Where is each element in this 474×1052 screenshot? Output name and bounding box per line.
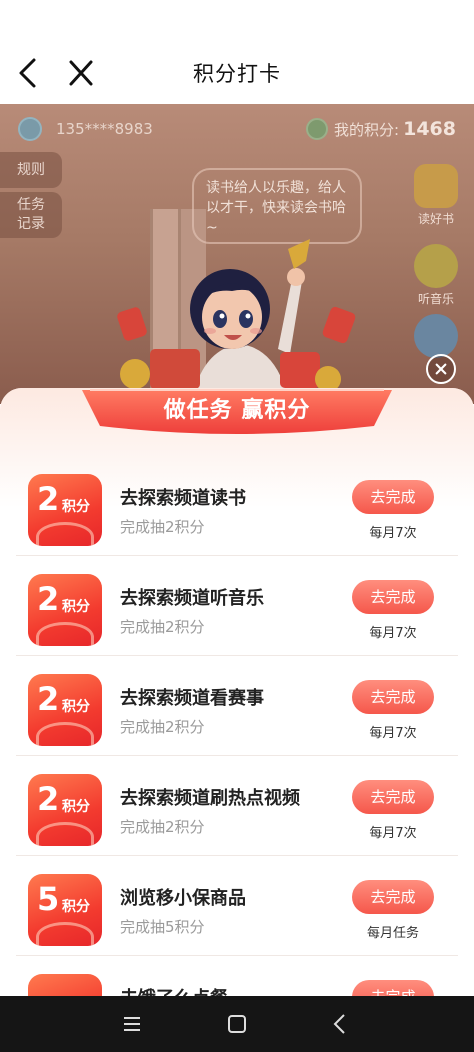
menu-icon[interactable] bbox=[118, 1010, 146, 1038]
badge-points: 2 bbox=[37, 580, 60, 618]
task-frequency: 每月7次 bbox=[369, 826, 417, 841]
phone-number: 135****8983 bbox=[56, 120, 153, 138]
task-name: 去探索频道刷热点视频 bbox=[120, 788, 300, 809]
badge-points: 5 bbox=[37, 880, 60, 918]
red-envelope-decoration bbox=[280, 352, 320, 388]
task-reward: 完成抽5积分 bbox=[120, 918, 205, 936]
badge-points: 2 bbox=[37, 680, 60, 718]
red-envelope-decoration bbox=[115, 306, 149, 342]
task-frequency: 每月任务 bbox=[366, 926, 419, 941]
user-info-bar: 135****8983 我的积分: 1468 bbox=[18, 114, 456, 144]
complete-button[interactable]: 去完成 bbox=[352, 880, 434, 914]
badge-unit: 积分 bbox=[62, 599, 90, 615]
task-name: 去探索频道读书 bbox=[120, 488, 246, 509]
badge-unit: 积分 bbox=[62, 899, 90, 915]
task-row: 2 积分 去探索频道看赛事 完成抽2积分 去完成 每月7次 bbox=[16, 656, 458, 756]
listen-music-label: 听音乐 bbox=[417, 292, 454, 306]
music-icon bbox=[414, 244, 458, 288]
signal-arc-icon bbox=[36, 722, 94, 746]
task-row: 去饿了么点餐 去完成 bbox=[16, 956, 458, 996]
gift-box-decoration bbox=[150, 349, 200, 389]
top-nav-bar: 积分打卡 bbox=[0, 0, 474, 104]
points-badge: 2 积分 bbox=[28, 474, 102, 546]
badge-points: 2 bbox=[37, 780, 60, 818]
listen-music-button[interactable]: 听音乐 bbox=[410, 244, 462, 307]
task-frequency: 每月7次 bbox=[369, 626, 417, 641]
coin-icon bbox=[306, 118, 329, 140]
badge-unit: 积分 bbox=[62, 799, 90, 815]
read-books-label: 读好书 bbox=[417, 212, 454, 226]
signal-arc-icon bbox=[36, 922, 94, 946]
task-frequency: 每月7次 bbox=[369, 726, 417, 741]
badge-unit: 积分 bbox=[62, 699, 90, 715]
red-envelope-decoration bbox=[321, 305, 357, 345]
points-badge: 2 积分 bbox=[28, 774, 102, 846]
book-icon bbox=[414, 164, 458, 208]
points-badge: 2 积分 bbox=[28, 574, 102, 646]
rules-tab[interactable]: 规则 bbox=[0, 152, 62, 188]
points-label: 我的积分: bbox=[334, 120, 400, 139]
task-record-line2: 记录 bbox=[17, 216, 45, 232]
badge-points: 2 bbox=[37, 480, 60, 518]
task-name: 浏览移小保商品 bbox=[120, 888, 246, 909]
signal-arc-icon bbox=[36, 622, 94, 646]
complete-button[interactable]: 去完成 bbox=[352, 680, 434, 714]
complete-button[interactable]: 去完成 bbox=[352, 580, 434, 614]
game-button[interactable] bbox=[410, 314, 462, 360]
task-panel: 2 积分 去探索频道读书 完成抽2积分 去完成 每月7次 2 积分 去探索频道听… bbox=[0, 388, 474, 996]
complete-button[interactable]: 去完成 bbox=[352, 480, 434, 514]
carrier-logo-icon bbox=[18, 117, 42, 141]
back-icon[interactable] bbox=[326, 1010, 354, 1038]
task-reward: 完成抽2积分 bbox=[120, 518, 205, 536]
badge-unit: 积分 bbox=[62, 499, 90, 515]
task-row: 5 积分 浏览移小保商品 完成抽5积分 去完成 每月任务 bbox=[16, 856, 458, 956]
signal-arc-icon bbox=[36, 522, 94, 546]
complete-button[interactable]: 去完成 bbox=[352, 980, 434, 996]
system-navigation-bar bbox=[0, 996, 474, 1052]
game-icon bbox=[414, 314, 458, 358]
complete-button[interactable]: 去完成 bbox=[352, 780, 434, 814]
speech-bubble: 读书给人以乐趣，给人以才干，快来读会书哈~ bbox=[192, 168, 362, 244]
task-name: 去饿了么点餐 bbox=[120, 984, 228, 996]
task-reward: 完成抽2积分 bbox=[120, 618, 205, 636]
panel-close-icon[interactable] bbox=[426, 354, 456, 384]
task-record-line1: 任务 bbox=[17, 197, 45, 213]
page-title: 积分打卡 bbox=[193, 62, 281, 86]
read-books-button[interactable]: 读好书 bbox=[410, 164, 462, 227]
signal-arc-icon bbox=[36, 822, 94, 846]
task-row: 2 积分 去探索频道听音乐 完成抽2积分 去完成 每月7次 bbox=[16, 556, 458, 656]
task-name: 去探索频道听音乐 bbox=[120, 588, 264, 609]
task-reward: 完成抽2积分 bbox=[120, 818, 205, 836]
points-value: 1468 bbox=[403, 118, 456, 140]
home-icon[interactable] bbox=[223, 1010, 251, 1038]
task-row: 2 积分 去探索频道刷热点视频 完成抽2积分 去完成 每月7次 bbox=[16, 756, 458, 856]
points-badge: 5 积分 bbox=[28, 874, 102, 946]
points-badge bbox=[28, 974, 102, 996]
points-badge: 2 积分 bbox=[28, 674, 102, 746]
task-frequency: 每月7次 bbox=[369, 526, 417, 541]
task-row: 2 积分 去探索频道读书 完成抽2积分 去完成 每月7次 bbox=[16, 456, 458, 556]
hero-area: 135****8983 我的积分: 1468 规则 任务 记录 读书给人以乐趣，… bbox=[0, 104, 474, 404]
task-name: 去探索频道看赛事 bbox=[120, 688, 264, 709]
task-record-tab[interactable]: 任务 记录 bbox=[0, 192, 62, 238]
panel-title: 做任务 赢积分 bbox=[163, 398, 311, 423]
task-reward: 完成抽2积分 bbox=[120, 718, 205, 736]
